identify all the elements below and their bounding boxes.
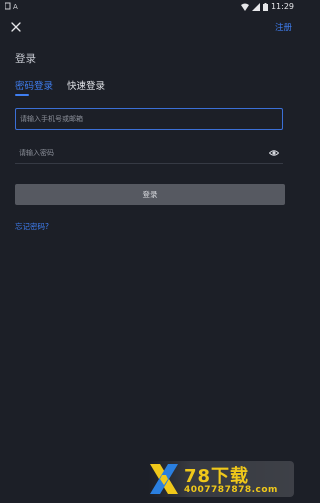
login-button[interactable]: 登录 xyxy=(15,184,285,205)
status-time: 11:29 xyxy=(270,2,294,11)
account-field[interactable] xyxy=(15,108,283,130)
register-link[interactable]: 注册 xyxy=(275,21,292,33)
watermark-logo: 78下载 4007787878.com xyxy=(148,461,294,497)
forgot-password-link[interactable]: 忘记密码? xyxy=(15,221,49,232)
status-bar: A 11:29 xyxy=(0,0,300,14)
signal-icon xyxy=(251,2,260,11)
tab-password-login[interactable]: 密码登录 xyxy=(15,78,53,94)
password-input[interactable] xyxy=(19,143,259,163)
svg-text:A: A xyxy=(13,3,18,10)
close-icon xyxy=(11,22,21,32)
eye-icon[interactable] xyxy=(269,148,279,158)
battery-icon xyxy=(262,2,268,11)
wifi-icon xyxy=(240,3,249,11)
watermark-x-logo-icon xyxy=(150,464,178,494)
page-title: 登录 xyxy=(15,53,36,65)
watermark-phone: 4007787878.com xyxy=(184,485,278,495)
account-input[interactable] xyxy=(20,109,260,129)
password-field[interactable] xyxy=(15,143,283,164)
notification-icon: A xyxy=(4,2,18,11)
tab-quick-login[interactable]: 快速登录 xyxy=(67,78,105,94)
notification-icons: A xyxy=(4,2,21,12)
close-button[interactable] xyxy=(9,20,23,34)
status-icons: 11:29 xyxy=(240,2,294,11)
active-tab-indicator xyxy=(15,94,29,96)
